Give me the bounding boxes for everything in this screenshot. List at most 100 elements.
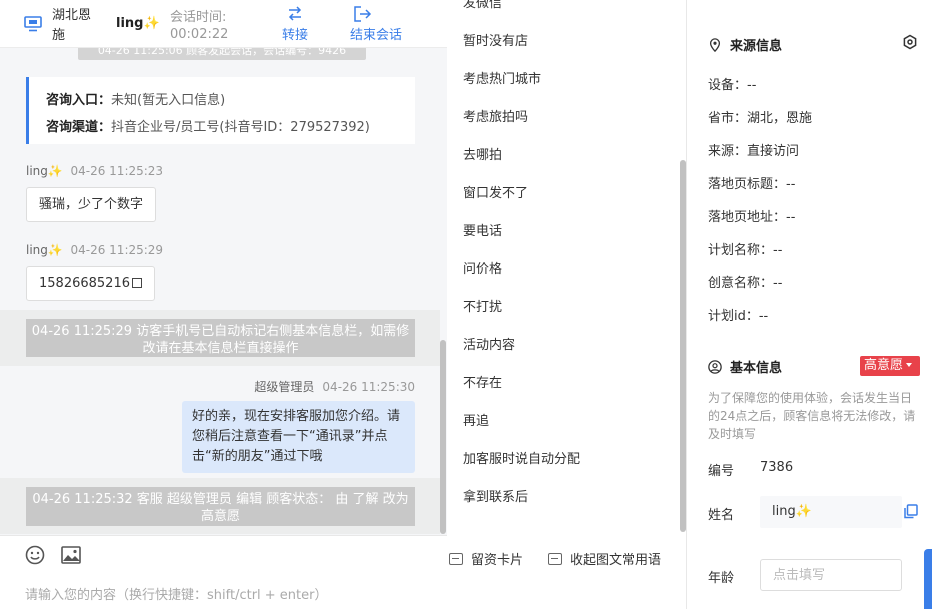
chat-message-list[interactable]: 04-26 11:25:06 顾客发起会话，会话编号：9426 咨询入口：未知(… <box>0 48 447 535</box>
quick-reply-footer: 留资卡片 收起图文常用语 <box>447 535 687 575</box>
chat-scrollbar[interactable] <box>440 340 446 534</box>
intent-level-dropdown[interactable]: 高意愿 <box>860 356 920 376</box>
quick-reply-item[interactable]: 窗口发不了 <box>463 182 528 201</box>
message-input[interactable]: 请输入您的内容（换行快捷键：shift/ctrl + enter） <box>25 584 328 603</box>
system-message-phone: 04-26 11:25:29 访客手机号已自动标记右侧基本信息栏，如需修改请在基… <box>26 319 415 357</box>
card-icon <box>449 553 463 565</box>
lead-card-button[interactable]: 留资卡片 <box>449 549 523 568</box>
customer-info-panel: 来源信息 设备：-- 省市：湖北，恩施 来源：直接访问 落地页标题：-- 落地页… <box>688 0 932 609</box>
customer-name: ling✨ <box>116 16 160 31</box>
quick-reply-item[interactable]: 不存在 <box>463 372 502 391</box>
system-message-session-start: 04-26 11:25:06 顾客发起会话，会话编号：9426 <box>78 48 366 60</box>
quick-reply-item[interactable]: 考虑热门城市 <box>463 68 541 87</box>
source-info-title-text: 来源信息 <box>730 39 783 54</box>
age-input[interactable] <box>760 559 902 591</box>
star-emoji: ✨ <box>143 16 160 31</box>
quick-reply-scrollbar[interactable] <box>680 160 686 532</box>
location-pin-icon <box>709 38 721 52</box>
emoji-icon[interactable] <box>25 545 45 565</box>
field-source: 来源：直接访问 <box>708 144 800 159</box>
monitor-icon <box>24 16 42 32</box>
copy-icon[interactable] <box>131 278 142 288</box>
quick-reply-item[interactable]: 拿到联系后 <box>463 486 528 505</box>
message-meta: ling✨ 04-26 11:25:23 <box>26 164 163 178</box>
side-tab[interactable] <box>924 549 932 609</box>
name-label: 姓名 <box>708 508 735 523</box>
agent-name: 超级管理员 <box>254 380 315 394</box>
quick-reply-item[interactable]: 去哪拍 <box>463 144 502 163</box>
quick-reply-item[interactable]: 活动内容 <box>463 334 515 353</box>
phone-number-text: 15826685216 <box>39 276 130 291</box>
quick-reply-item[interactable]: 要电话 <box>463 220 502 239</box>
field-province-city: 省市：湖北，恩施 <box>708 111 813 126</box>
quick-reply-item[interactable]: 再追 <box>463 410 489 429</box>
end-session-button[interactable]: 结束会话 <box>350 4 402 43</box>
consult-source-card: 咨询入口：未知(暂无入口信息) 咨询渠道：抖音企业号/员工号(抖音号ID：279… <box>26 77 415 144</box>
lead-card-label: 留资卡片 <box>471 553 524 568</box>
message-icon <box>548 553 562 565</box>
copy-icon[interactable] <box>904 504 918 519</box>
field-device: 设备：-- <box>708 78 757 93</box>
app-root: 湖北恩施 ling✨ 会话时间: 00:02:22 转接 结束会话 04-26 … <box>0 0 932 609</box>
field-landing-title: 落地页标题：-- <box>708 177 796 192</box>
system-message-status: 04-26 11:25:32 客服 超级管理员 编辑 顾客状态： 由 了解 改为… <box>26 487 415 526</box>
id-value: 7386 <box>760 460 794 475</box>
collapse-phrases-label: 收起图文常用语 <box>570 553 662 568</box>
edit-notice: 为了保障您的使用体验，会话发生当日的24点之后，顾客信息将无法修改，请及时填写 <box>708 391 916 441</box>
star-emoji: ✨ <box>47 243 63 257</box>
collapse-phrases-button[interactable]: 收起图文常用语 <box>548 549 661 568</box>
field-plan-id: 计划id：-- <box>708 309 769 324</box>
consult-entry-row: 咨询入口：未知(暂无入口信息) <box>46 87 415 114</box>
quick-reply-item[interactable]: 暂时没有店 <box>463 30 528 49</box>
basic-info-title-text: 基本信息 <box>730 361 783 376</box>
sender-name: ling <box>26 243 48 257</box>
consult-channel-row: 咨询渠道：抖音企业号/员工号(抖音号ID：279527392) <box>46 114 415 141</box>
customer-message-bubble: 15826685216 <box>26 266 155 301</box>
consult-channel-label: 咨询渠道： <box>46 120 112 135</box>
session-time: 00:02:22 <box>170 27 229 42</box>
agent-message-bubble: 好的亲，现在安排客服加您介绍。请您稍后注意查看一下“通讯录”并点击“新的朋友”通… <box>182 401 415 473</box>
image-icon[interactable] <box>61 546 81 564</box>
transfer-icon <box>288 6 302 21</box>
customer-location: 湖北恩施 <box>52 8 92 43</box>
field-landing-url: 落地页地址：-- <box>708 210 796 225</box>
id-label: 编号 <box>708 464 735 479</box>
chat-input-area: 请输入您的内容（换行快捷键：shift/ctrl + enter） <box>0 535 447 609</box>
customer-name-text: ling <box>116 16 144 31</box>
transfer-label: 转接 <box>282 28 309 43</box>
message-meta: ling✨ 04-26 11:25:29 <box>26 243 163 257</box>
quick-reply-list[interactable]: 发微信 暂时没有店 考虑热门城市 考虑旅拍吗 去哪拍 窗口发不了 要电话 问价格… <box>447 0 679 535</box>
quick-reply-item[interactable]: 不打扰 <box>463 296 502 315</box>
quick-reply-item[interactable]: 加客服时说自动分配 <box>463 448 580 467</box>
message-time: 04-26 11:25:30 <box>322 380 415 394</box>
message-time: 04-26 11:25:29 <box>70 243 164 257</box>
transfer-button[interactable]: 转接 <box>282 4 308 43</box>
message-time: 04-26 11:25:23 <box>70 164 164 178</box>
exit-icon <box>354 6 372 22</box>
agent-message-meta: 超级管理员 04-26 11:25:30 <box>254 378 415 395</box>
end-session-label: 结束会话 <box>350 28 403 43</box>
customer-message-bubble: 骚瑞，少了个数字 <box>26 187 157 222</box>
consult-entry-value: 未知(暂无入口信息) <box>111 93 226 108</box>
quick-reply-item[interactable]: 发微信 <box>463 0 502 11</box>
consult-channel-value: 抖音企业号/员工号(抖音号ID：279527392) <box>111 120 370 135</box>
name-value: ling <box>772 504 796 519</box>
chat-header: 湖北恩施 ling✨ 会话时间: 00:02:22 转接 结束会话 <box>0 0 447 48</box>
quick-reply-panel: 发微信 暂时没有店 考虑热门城市 考虑旅拍吗 去哪拍 窗口发不了 要电话 问价格… <box>447 0 687 609</box>
intent-level-text: 高意愿 <box>864 358 904 373</box>
caret-down-icon <box>906 363 913 367</box>
name-field[interactable]: ling✨ <box>760 496 902 528</box>
quick-reply-item[interactable]: 考虑旅拍吗 <box>463 106 528 125</box>
session-time-label: 会话时间: <box>170 10 227 25</box>
star-emoji: ✨ <box>795 504 812 519</box>
quick-reply-item[interactable]: 问价格 <box>463 258 502 277</box>
basic-info-title: 基本信息 <box>708 357 782 376</box>
chat-panel: 湖北恩施 ling✨ 会话时间: 00:02:22 转接 结束会话 04-26 … <box>0 0 447 609</box>
star-emoji: ✨ <box>47 164 63 178</box>
user-icon <box>708 360 722 374</box>
consult-entry-label: 咨询入口： <box>46 93 112 108</box>
field-plan-name: 计划名称：-- <box>708 243 783 258</box>
settings-hex-icon[interactable] <box>902 34 918 50</box>
age-label: 年龄 <box>708 571 735 586</box>
field-creative-name: 创意名称：-- <box>708 276 783 291</box>
